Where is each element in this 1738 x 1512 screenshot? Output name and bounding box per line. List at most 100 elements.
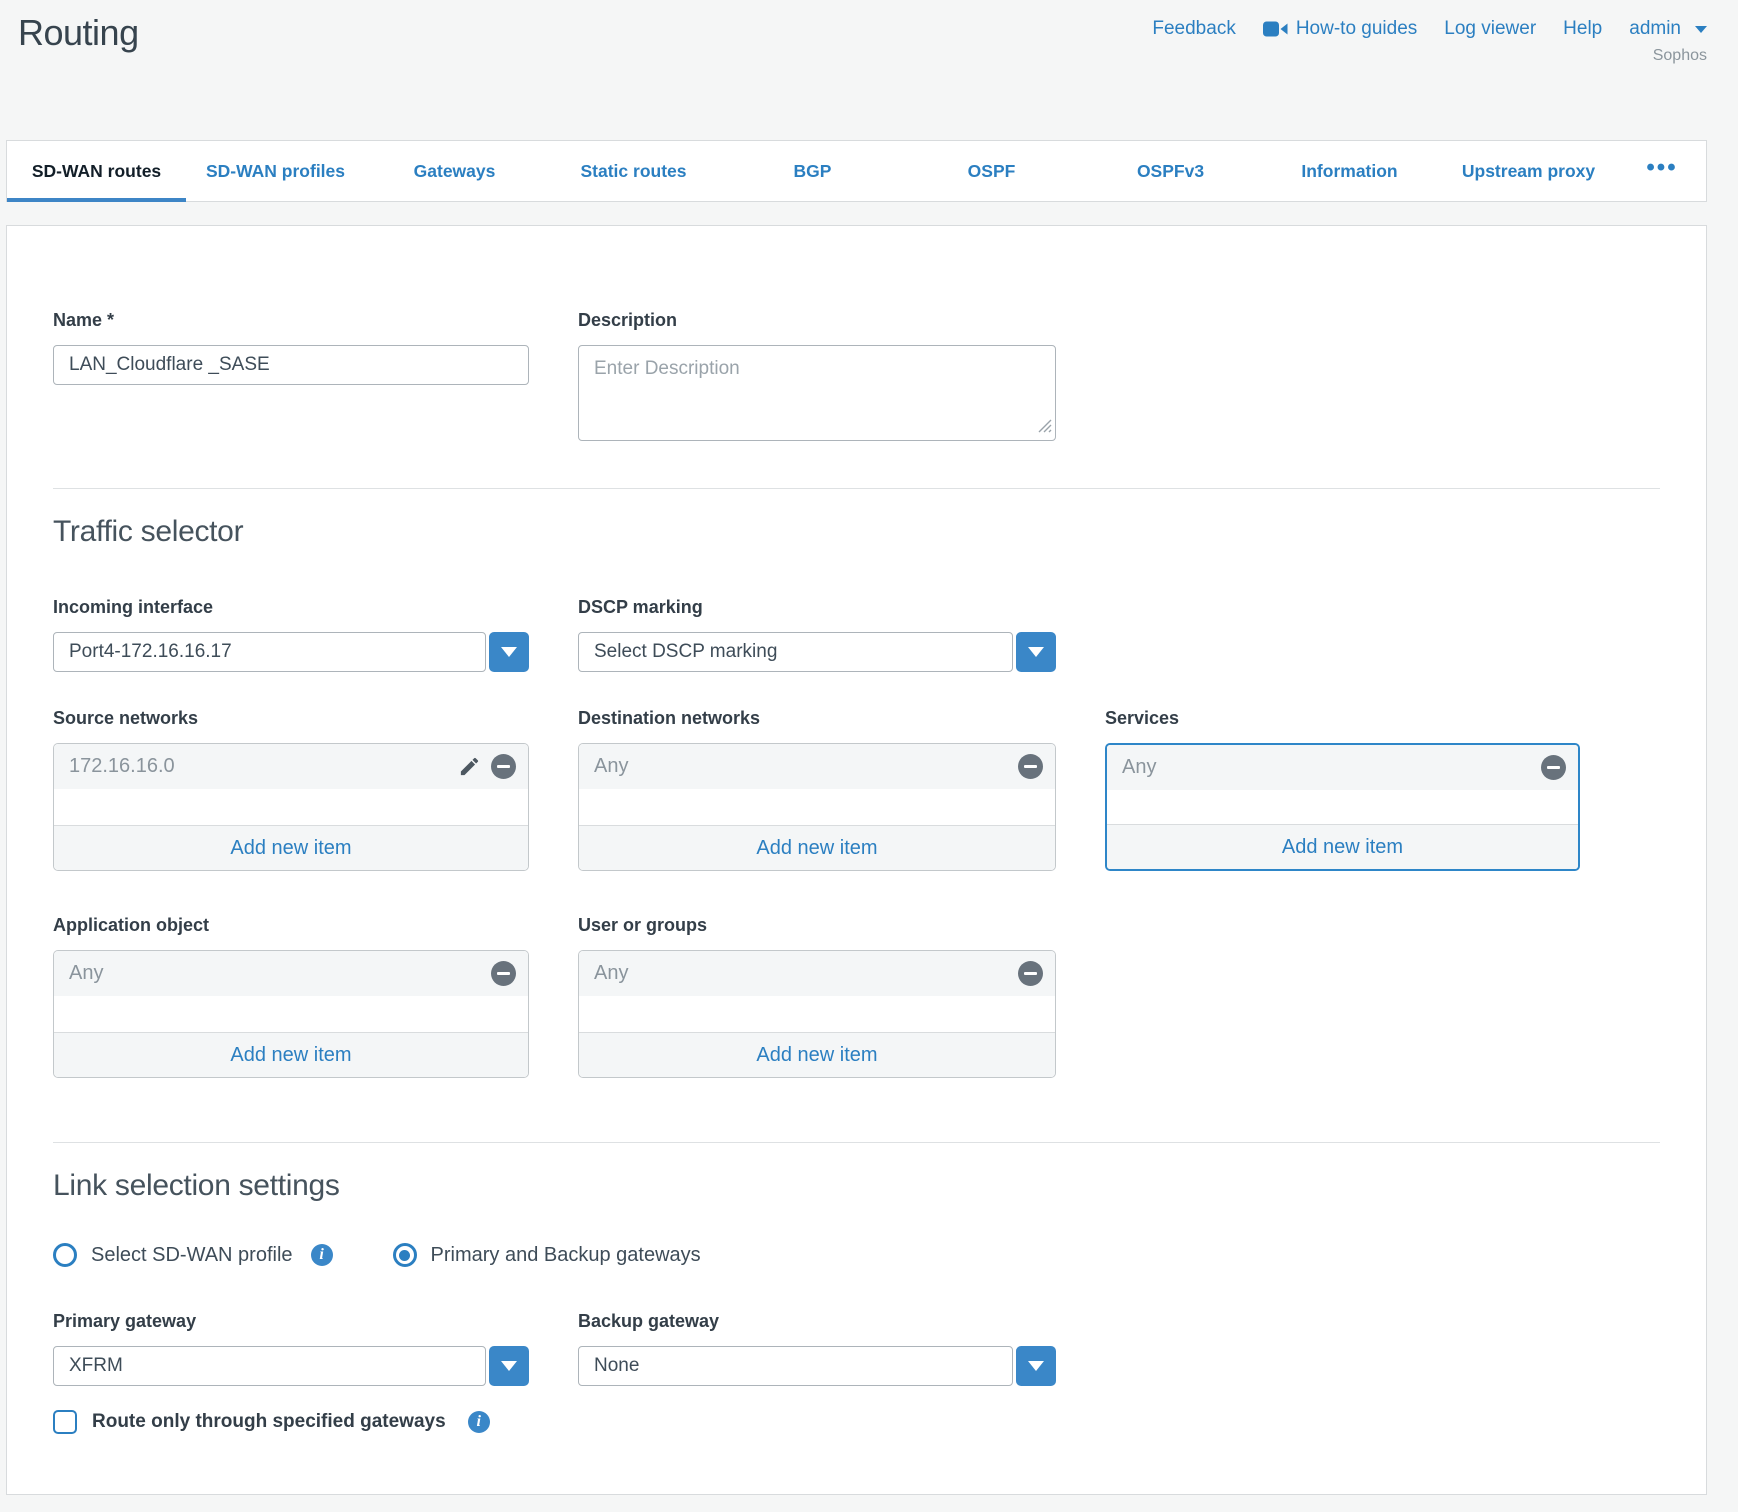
radio-primary-backup-gateways[interactable] bbox=[393, 1243, 417, 1267]
add-new-item-button[interactable]: Add new item bbox=[579, 825, 1055, 870]
page-title: Routing bbox=[18, 12, 139, 140]
dscp-marking-select[interactable]: Select DSCP marking bbox=[578, 632, 1056, 672]
tab-ospf[interactable]: OSPF bbox=[902, 141, 1081, 201]
remove-item-icon[interactable] bbox=[1541, 755, 1566, 780]
tab-static-routes[interactable]: Static routes bbox=[544, 141, 723, 201]
remove-item-icon[interactable] bbox=[1018, 961, 1043, 986]
destination-networks-label: Destination networks bbox=[578, 708, 1056, 729]
tab-sdwan-profiles[interactable]: SD-WAN profiles bbox=[186, 141, 365, 201]
feedback-link[interactable]: Feedback bbox=[1152, 18, 1235, 40]
list-item: Any bbox=[579, 951, 1055, 996]
dropdown-toggle-button[interactable] bbox=[1016, 1346, 1056, 1386]
user-or-groups-label: User or groups bbox=[578, 915, 1056, 936]
traffic-selector-heading: Traffic selector bbox=[53, 515, 1660, 549]
add-new-item-button[interactable]: Add new item bbox=[54, 1032, 528, 1077]
source-networks-listbox: 172.16.16.0 Add new item bbox=[53, 743, 529, 871]
tab-bgp[interactable]: BGP bbox=[723, 141, 902, 201]
more-tabs-button[interactable]: ••• bbox=[1618, 141, 1706, 201]
list-item: 172.16.16.0 bbox=[54, 744, 528, 789]
destination-networks-listbox: Any Add new item bbox=[578, 743, 1056, 871]
listbox-empty-area bbox=[1107, 790, 1578, 824]
dscp-marking-label: DSCP marking bbox=[578, 597, 1056, 618]
services-label: Services bbox=[1105, 708, 1580, 729]
services-field: Services Any Add new item bbox=[1105, 708, 1580, 871]
backup-gateway-label: Backup gateway bbox=[578, 1311, 1056, 1332]
user-or-groups-listbox: Any Add new item bbox=[578, 950, 1056, 1078]
services-listbox: Any Add new item bbox=[1105, 743, 1580, 871]
remove-item-icon[interactable] bbox=[491, 961, 516, 986]
radio-sdwan-profile[interactable] bbox=[53, 1243, 77, 1267]
page-header: Routing Feedback How-to guides Log viewe… bbox=[0, 0, 1738, 140]
tab-gateways[interactable]: Gateways bbox=[365, 141, 544, 201]
backup-gateway-select[interactable]: None bbox=[578, 1346, 1056, 1386]
dropdown-toggle-button[interactable] bbox=[1016, 632, 1056, 672]
radio-sdwan-profile-label: Select SD-WAN profile bbox=[91, 1244, 293, 1267]
application-object-label: Application object bbox=[53, 915, 529, 936]
dropdown-toggle-button[interactable] bbox=[489, 632, 529, 672]
section-divider bbox=[53, 488, 1660, 489]
triangle-down-icon bbox=[1028, 1361, 1044, 1371]
add-new-item-button[interactable]: Add new item bbox=[1107, 824, 1578, 869]
description-textarea[interactable] bbox=[578, 345, 1056, 441]
source-networks-label: Source networks bbox=[53, 708, 529, 729]
link-selection-heading: Link selection settings bbox=[53, 1169, 1660, 1203]
tab-information[interactable]: Information bbox=[1260, 141, 1439, 201]
listbox-empty-area bbox=[579, 789, 1055, 825]
listbox-empty-area bbox=[579, 996, 1055, 1032]
video-camera-icon bbox=[1263, 20, 1288, 38]
add-new-item-button[interactable]: Add new item bbox=[54, 825, 528, 870]
help-link[interactable]: Help bbox=[1563, 18, 1602, 40]
listbox-empty-area bbox=[54, 996, 528, 1032]
incoming-interface-field: Incoming interface Port4-172.16.16.17 bbox=[53, 597, 529, 672]
route-only-checkbox[interactable] bbox=[53, 1410, 77, 1434]
remove-item-icon[interactable] bbox=[491, 754, 516, 779]
tab-upstream-proxy[interactable]: Upstream proxy bbox=[1439, 141, 1618, 201]
top-nav: Feedback How-to guides Log viewer Help a… bbox=[1152, 10, 1707, 40]
triangle-down-icon bbox=[1028, 647, 1044, 657]
list-item: Any bbox=[54, 951, 528, 996]
triangle-down-icon bbox=[501, 1361, 517, 1371]
admin-menu[interactable]: admin bbox=[1629, 18, 1707, 40]
tab-sdwan-routes[interactable]: SD-WAN routes bbox=[7, 141, 186, 201]
add-new-item-button[interactable]: Add new item bbox=[579, 1032, 1055, 1077]
application-object-listbox: Any Add new item bbox=[53, 950, 529, 1078]
info-icon[interactable]: i bbox=[311, 1244, 333, 1266]
log-viewer-link[interactable]: Log viewer bbox=[1444, 18, 1536, 40]
tab-bar: SD-WAN routes SD-WAN profiles Gateways S… bbox=[6, 140, 1707, 202]
destination-networks-field: Destination networks Any Add new item bbox=[578, 708, 1056, 871]
name-field-group: Name * bbox=[53, 310, 529, 385]
sdwan-route-form: Name * Description Traffic selector Inco… bbox=[6, 225, 1707, 1495]
remove-item-icon[interactable] bbox=[1018, 754, 1043, 779]
triangle-down-icon bbox=[501, 647, 517, 657]
edit-pencil-icon[interactable] bbox=[458, 755, 481, 778]
list-item: Any bbox=[1107, 745, 1578, 790]
primary-gateway-select[interactable]: XFRM bbox=[53, 1346, 529, 1386]
route-only-checkbox-row: Route only through specified gateways i bbox=[53, 1410, 1660, 1434]
application-object-field: Application object Any Add new item bbox=[53, 915, 529, 1078]
chevron-down-icon bbox=[1695, 26, 1707, 33]
brand-label: Sophos bbox=[1152, 47, 1707, 65]
description-field-group: Description bbox=[578, 310, 1056, 446]
howto-guides-link[interactable]: How-to guides bbox=[1263, 18, 1417, 40]
name-input[interactable] bbox=[53, 345, 529, 385]
section-divider bbox=[53, 1142, 1660, 1143]
incoming-interface-label: Incoming interface bbox=[53, 597, 529, 618]
info-icon[interactable]: i bbox=[468, 1411, 490, 1433]
list-item: Any bbox=[579, 744, 1055, 789]
tab-ospfv3[interactable]: OSPFv3 bbox=[1081, 141, 1260, 201]
user-or-groups-field: User or groups Any Add new item bbox=[578, 915, 1056, 1078]
backup-gateway-field: Backup gateway None bbox=[578, 1311, 1056, 1386]
route-only-checkbox-label: Route only through specified gateways bbox=[92, 1411, 446, 1433]
dscp-marking-field: DSCP marking Select DSCP marking bbox=[578, 597, 1056, 672]
primary-gateway-label: Primary gateway bbox=[53, 1311, 529, 1332]
description-label: Description bbox=[578, 310, 1056, 331]
listbox-empty-area bbox=[54, 789, 528, 825]
link-selection-radio-group: Select SD-WAN profile i Primary and Back… bbox=[53, 1243, 1660, 1267]
name-label: Name * bbox=[53, 310, 529, 331]
radio-primary-backup-label: Primary and Backup gateways bbox=[431, 1244, 701, 1267]
primary-gateway-field: Primary gateway XFRM bbox=[53, 1311, 529, 1386]
dropdown-toggle-button[interactable] bbox=[489, 1346, 529, 1386]
ellipsis-icon: ••• bbox=[1646, 154, 1677, 182]
incoming-interface-select[interactable]: Port4-172.16.16.17 bbox=[53, 632, 529, 672]
source-networks-field: Source networks 172.16.16.0 Add new item bbox=[53, 708, 529, 871]
